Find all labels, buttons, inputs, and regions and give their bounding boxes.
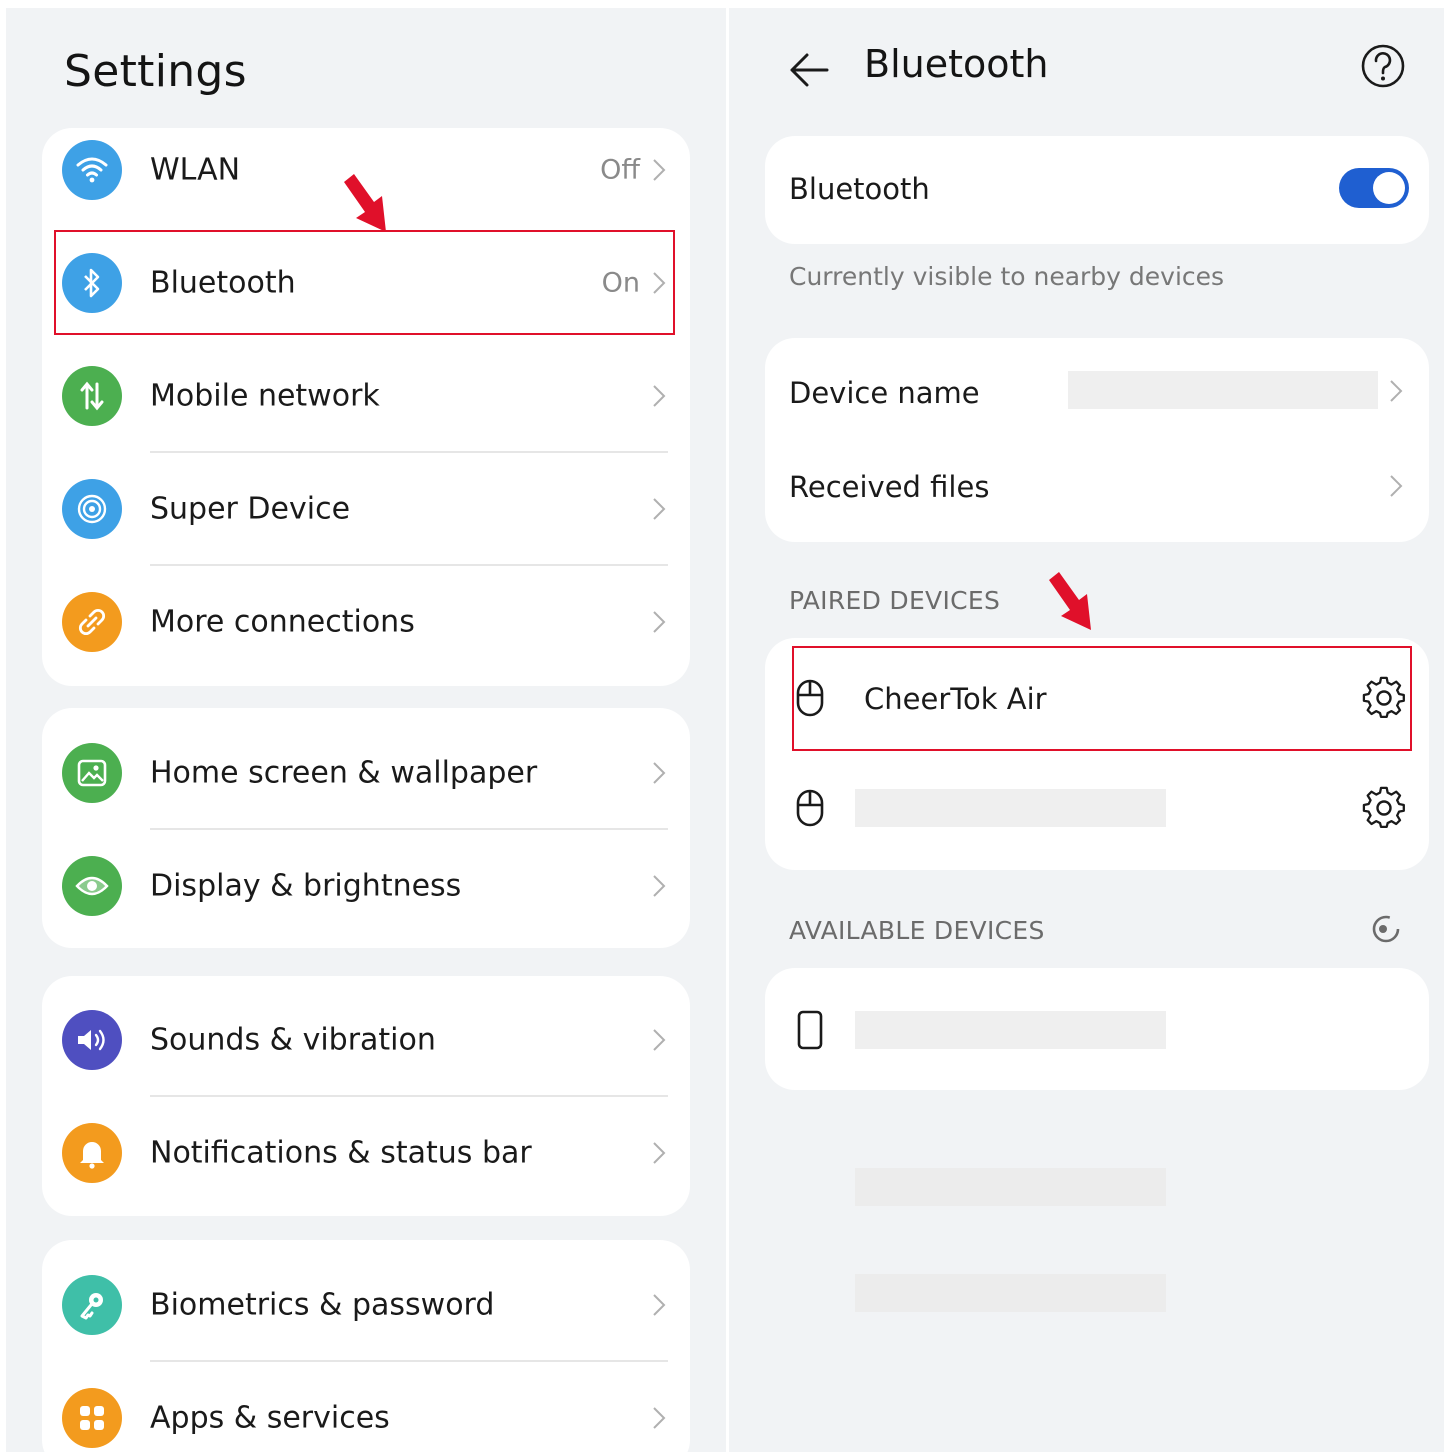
settings-item-label: WLAN [150,152,241,187]
wlan-status: Off [600,154,640,185]
settings-item-biometrics[interactable]: Biometrics & password [42,1248,690,1361]
settings-item-label: Biometrics & password [150,1287,495,1322]
chevron-right-icon [653,497,666,520]
back-arrow-icon[interactable] [787,48,831,92]
mobile-network-icon [62,365,122,426]
settings-item-label: Super Device [150,491,351,526]
settings-item-super-device[interactable]: Super Device [42,452,690,565]
page-title: Bluetooth [864,42,1049,86]
display-card: Home screen & wallpaper Display & bright… [42,708,690,948]
settings-item-label: Apps & services [150,1400,390,1435]
chevron-right-icon [653,874,666,897]
bluetooth-toggle[interactable] [1339,168,1409,208]
apps-icon [62,1387,122,1448]
phone-icon [797,1010,823,1050]
toggle-knob [1373,172,1405,204]
pointer-arrow-icon [1049,572,1091,630]
paired-device-name [855,789,1166,827]
settings-item-label: Sounds & vibration [150,1022,436,1057]
loading-placeholder [855,1168,1166,1206]
chevron-right-icon [653,1028,666,1051]
device-name-value [1068,371,1378,409]
chevron-right-icon [653,1141,666,1164]
security-card: Biometrics & password Apps & services [42,1240,690,1452]
chevron-right-icon [653,761,666,784]
bluetooth-toggle-label: Bluetooth [789,172,930,206]
settings-item-label: Mobile network [150,378,380,413]
available-devices-header: AVAILABLE DEVICES [789,916,1045,945]
chevron-right-icon [653,158,666,181]
super-device-icon [62,478,122,539]
available-device-name [855,1011,1166,1049]
chevron-right-icon [653,610,666,633]
loading-placeholder [855,1274,1166,1312]
sound-card: Sounds & vibration Notifications & statu… [42,976,690,1216]
gear-icon[interactable] [1362,786,1406,830]
bell-icon [62,1122,122,1183]
bluetooth-pane: Bluetooth Bluetooth Currently visible to… [729,8,1444,1452]
chevron-right-icon [1390,475,1403,497]
page-title: Settings [64,46,247,97]
speaker-icon [62,1009,122,1070]
paired-device-row[interactable] [765,758,1429,858]
settings-item-label: More connections [150,604,415,639]
key-icon [62,1274,122,1335]
settings-item-label: Home screen & wallpaper [150,755,538,790]
settings-item-home-screen[interactable]: Home screen & wallpaper [42,716,690,829]
chevron-right-icon [653,1293,666,1316]
chevron-right-icon [653,384,666,407]
settings-pane: Settings WLAN Off Bluetooth On Mobile ne [6,8,726,1452]
settings-item-label: Notifications & status bar [150,1135,532,1170]
settings-item-display[interactable]: Display & brightness [42,829,690,942]
settings-item-label: Display & brightness [150,868,462,903]
chevron-right-icon [653,1406,666,1429]
settings-item-more-connections[interactable]: More connections [42,565,690,678]
wlan-icon [62,139,122,200]
refresh-icon[interactable] [1369,912,1403,946]
device-name-row[interactable]: Device name [765,346,1429,440]
settings-item-notifications[interactable]: Notifications & status bar [42,1096,690,1209]
more-connections-icon [62,591,122,652]
wallpaper-icon [62,742,122,803]
settings-item-sounds[interactable]: Sounds & vibration [42,983,690,1096]
bluetooth-highlight-box [54,230,675,335]
available-device-row[interactable] [765,980,1429,1080]
eye-icon [62,855,122,916]
mouse-icon [796,789,824,827]
help-icon[interactable] [1359,42,1407,90]
received-files-label: Received files [789,470,990,504]
device-name-label: Device name [789,376,980,410]
visibility-text: Currently visible to nearby devices [789,262,1225,291]
settings-item-apps[interactable]: Apps & services [42,1361,690,1452]
received-files-row[interactable]: Received files [765,440,1429,534]
pointer-arrow-icon [344,174,386,232]
chevron-right-icon [1390,380,1403,402]
paired-device-highlight-box [792,646,1412,751]
settings-item-mobile-network[interactable]: Mobile network [42,339,690,452]
paired-devices-header: PAIRED DEVICES [789,586,1001,615]
